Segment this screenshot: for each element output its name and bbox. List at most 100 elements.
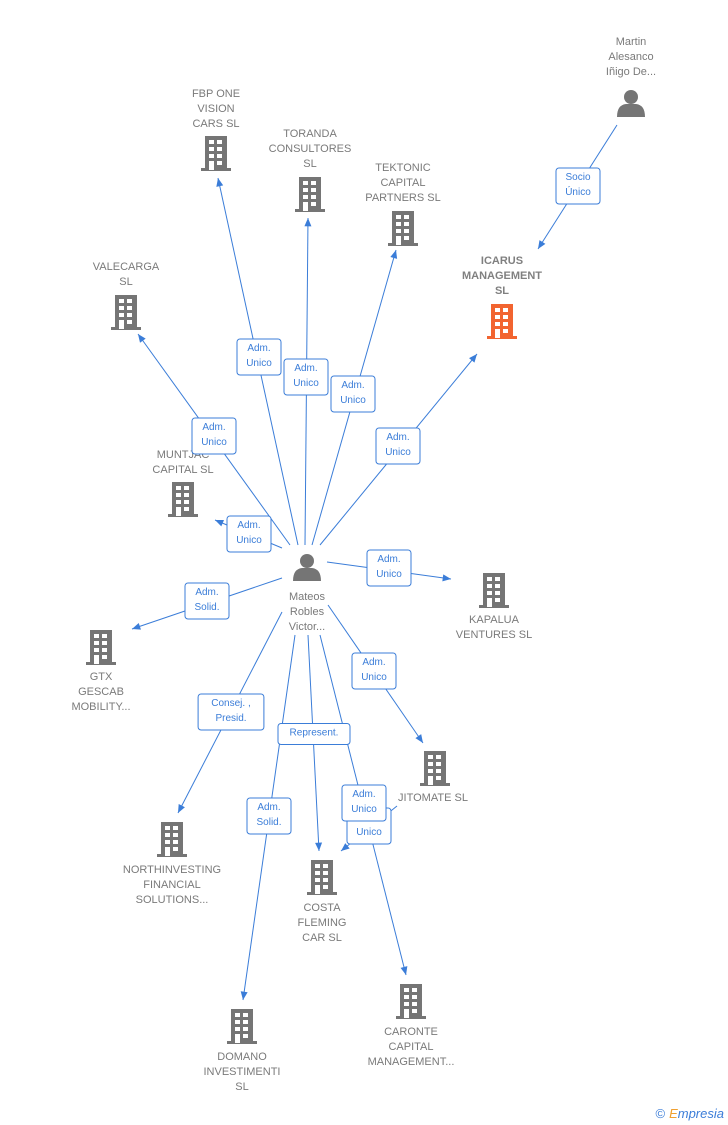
arrowhead-icon bbox=[132, 623, 141, 630]
relation-label[interactable]: Adm. Unico bbox=[191, 417, 237, 455]
building-icon bbox=[86, 630, 116, 665]
relation-label[interactable]: Adm. Unico bbox=[375, 427, 421, 465]
building-icon bbox=[487, 304, 517, 339]
node-label: CARONTE bbox=[384, 1026, 438, 1038]
relation-label[interactable]: Adm. Unico bbox=[283, 358, 329, 396]
node-fbp[interactable]: FBP ONE VISION CARS SL bbox=[192, 88, 240, 171]
relation-label-text: Adm. bbox=[386, 432, 409, 443]
node-label: PARTNERS SL bbox=[365, 192, 440, 204]
node-icarus[interactable]: ICARUS MANAGEMENT SL bbox=[462, 255, 542, 339]
arrowhead-icon bbox=[315, 842, 323, 851]
node-label: DOMANO bbox=[217, 1051, 267, 1063]
relation-label-text: Solid. bbox=[194, 602, 219, 613]
node-muntjac[interactable]: MUNTJACCAPITAL SL bbox=[152, 449, 214, 517]
arrowhead-icon bbox=[469, 354, 477, 363]
relation-label[interactable]: Adm. Unico bbox=[226, 515, 272, 553]
node-label: Iñigo De... bbox=[606, 66, 656, 78]
relation-label[interactable]: Socio Único bbox=[555, 167, 601, 205]
node-label: FBP ONE bbox=[192, 88, 240, 100]
relation-label-text: Único bbox=[565, 185, 591, 198]
arrowhead-icon bbox=[538, 240, 546, 249]
node-label: GESCAB bbox=[78, 686, 124, 698]
building-icon bbox=[157, 822, 187, 857]
node-label: JITOMATE SL bbox=[398, 792, 468, 804]
node-label: VENTURES SL bbox=[456, 629, 532, 641]
relation-label[interactable]: Adm. Unico bbox=[330, 375, 376, 413]
building-icon bbox=[307, 860, 337, 895]
node-label: VALECARGA bbox=[93, 261, 160, 273]
node-label: FINANCIAL bbox=[143, 879, 200, 891]
arrowhead-icon bbox=[138, 334, 146, 343]
building-icon bbox=[388, 211, 418, 246]
relation-label[interactable]: Adm. Solid. bbox=[184, 582, 230, 620]
relation-label[interactable]: Adm. Unico bbox=[351, 652, 397, 690]
node-label: TORANDA bbox=[283, 128, 337, 140]
relation-label-text: Presid. bbox=[215, 713, 246, 724]
relation-label[interactable]: Adm. Unico bbox=[341, 784, 387, 822]
relation-label-text: Adm. bbox=[352, 789, 375, 800]
node-label: Alesanco bbox=[608, 51, 653, 63]
relation-label-text: Unico bbox=[201, 437, 227, 448]
person-icon bbox=[617, 90, 645, 117]
node-label: KAPALUA bbox=[469, 614, 520, 626]
node-kapalua[interactable]: KAPALUA VENTURES SL bbox=[456, 573, 532, 641]
node-tektonic[interactable]: TEKTONIC CAPITAL PARTNERS SL bbox=[365, 162, 441, 246]
relation-label[interactable]: Consej. , Presid. bbox=[197, 693, 265, 731]
node-label: Martin bbox=[616, 36, 647, 48]
node-label: INVESTIMENTI bbox=[203, 1066, 280, 1078]
relation-label-text: Adm. bbox=[247, 343, 270, 354]
relation-label-text: Unico bbox=[376, 569, 402, 580]
node-label: GTX bbox=[90, 671, 113, 683]
building-icon bbox=[295, 177, 325, 212]
relation-label-text: Adm. bbox=[195, 587, 218, 598]
building-icon bbox=[479, 573, 509, 608]
relation-label[interactable]: Adm. Unico bbox=[236, 338, 282, 376]
building-icon bbox=[396, 984, 426, 1019]
relation-label[interactable]: Adm. Solid. bbox=[246, 797, 292, 835]
node-center[interactable]: Mateos Robles Victor... bbox=[289, 554, 326, 633]
relation-label-text: Adm. bbox=[341, 380, 364, 391]
building-icon bbox=[227, 1009, 257, 1044]
node-label: COSTA bbox=[303, 902, 341, 914]
relation-label-text: Socio bbox=[565, 172, 590, 183]
brand-logo: Empresia bbox=[669, 1106, 724, 1121]
node-label: NORTHINVESTING bbox=[123, 864, 221, 876]
node-label: Robles bbox=[290, 606, 325, 618]
arrowhead-icon bbox=[216, 178, 224, 187]
node-northinvesting[interactable]: NORTHINVESTING FINANCIAL SOLUTIONS... bbox=[123, 822, 221, 906]
node-label: MANAGEMENT... bbox=[368, 1056, 455, 1068]
node-costa[interactable]: COSTA FLEMING CAR SL bbox=[298, 860, 347, 944]
arrowhead-icon bbox=[400, 966, 408, 975]
node-label: CAPITAL SL bbox=[152, 464, 213, 476]
relation-label-text: Consej. , bbox=[211, 698, 250, 709]
copyright-icon: © bbox=[655, 1106, 666, 1121]
relation-label-text: Unico bbox=[340, 395, 366, 406]
node-domano[interactable]: DOMANO INVESTIMENTI SL bbox=[203, 1009, 281, 1093]
relation-label-text: Unico bbox=[385, 447, 411, 458]
node-label: CARS SL bbox=[192, 118, 239, 130]
node-label: TEKTONIC bbox=[375, 162, 430, 174]
node-label: SL bbox=[303, 158, 316, 170]
relation-label[interactable]: Represent. bbox=[277, 723, 351, 745]
node-label: CAPITAL bbox=[380, 177, 425, 189]
arrowhead-icon bbox=[304, 218, 312, 227]
node-label: CAR SL bbox=[302, 932, 342, 944]
relation-label-text: Unico bbox=[236, 535, 262, 546]
relation-label[interactable]: Adm. Unico bbox=[366, 549, 412, 587]
node-label: Mateos bbox=[289, 591, 326, 603]
node-valecarga[interactable]: VALECARGA SL bbox=[93, 261, 160, 330]
network-diagram: Mateos Robles Victor... Martin Alesanco Iñigo… bbox=[0, 0, 728, 1125]
relation-label-text: Unico bbox=[246, 358, 272, 369]
relation-label-text: Adm. bbox=[294, 363, 317, 374]
node-label: VISION bbox=[197, 103, 234, 115]
node-gtx[interactable]: GTX GESCAB MOBILITY... bbox=[71, 630, 131, 713]
relation-label-text: Unico bbox=[351, 804, 377, 815]
building-icon bbox=[111, 295, 141, 330]
node-jitomate[interactable]: JITOMATE SL bbox=[398, 751, 468, 804]
node-caronte[interactable]: CARONTE CAPITAL MANAGEMENT... bbox=[368, 984, 455, 1068]
node-label: Victor... bbox=[289, 621, 325, 633]
node-toranda[interactable]: TORANDA CONSULTORES SL bbox=[269, 128, 352, 212]
building-icon bbox=[201, 136, 231, 171]
footer-brand: © Empresia bbox=[655, 1106, 724, 1121]
node-martin[interactable]: Martin Alesanco Iñigo De... bbox=[606, 36, 656, 117]
